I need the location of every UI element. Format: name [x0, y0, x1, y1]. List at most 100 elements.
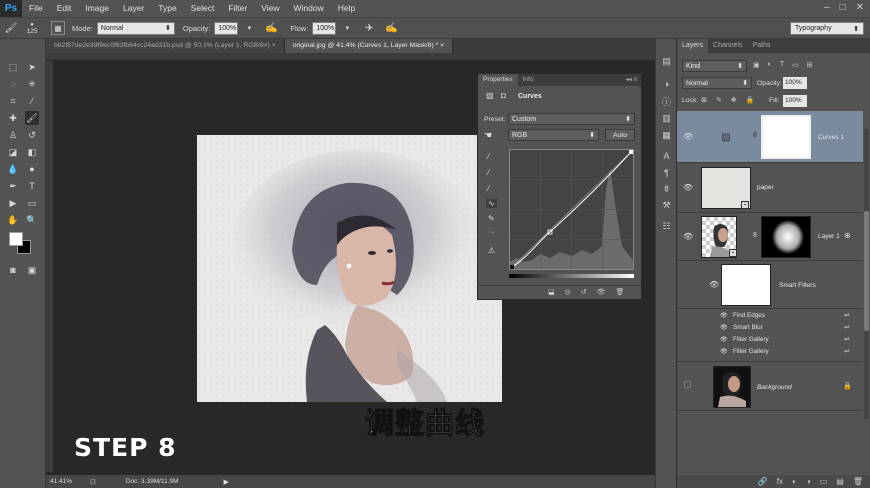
history-brush-tool-icon[interactable]: ↺ — [25, 128, 39, 142]
visibility-eye-icon[interactable]: 👁 — [683, 232, 693, 241]
menu-help[interactable]: Help — [331, 0, 362, 17]
target-adjust-icon[interactable]: ☚ — [484, 130, 492, 141]
menu-window[interactable]: Window — [286, 0, 330, 17]
airbrush-icon[interactable]: ✈ — [361, 20, 377, 36]
layer-name[interactable]: paper — [757, 184, 774, 191]
path-selection-tool-icon[interactable]: ▶ — [6, 196, 20, 210]
filter-find-edges[interactable]: 👁 Find Edges ⇌ — [677, 310, 863, 322]
layer-mask-thumbnail[interactable] — [761, 115, 811, 159]
status-menu-icon[interactable]: ▶ — [224, 478, 229, 486]
layer-paper[interactable]: 👁 ▪ paper — [677, 163, 863, 213]
workspace-switcher[interactable]: Typography ⬍ — [790, 22, 864, 35]
zoom-level[interactable]: 41.41% — [50, 478, 80, 485]
filter-gallery-1[interactable]: 👁 Filter Gallery ⇌ — [677, 334, 863, 346]
tab-channels[interactable]: Channels — [708, 39, 748, 53]
close-button[interactable]: ✕ — [856, 2, 864, 13]
visibility-eye-icon[interactable]: 👁 — [720, 312, 728, 319]
eraser-tool-icon[interactable]: ◪ — [6, 145, 20, 159]
layer-curves-1[interactable]: 👁 ▨ 8 Curves 1 — [677, 111, 863, 163]
panel-menu-icon[interactable]: ◂◂ ≡ — [626, 74, 641, 86]
lock-all-icon[interactable]: 🔒 — [746, 96, 755, 104]
eyedropper-tool-icon[interactable]: ⁄ — [25, 94, 39, 108]
type-filter-icon[interactable]: T — [780, 61, 784, 69]
link-icon[interactable]: 8 — [753, 232, 757, 239]
brush-tool-icon[interactable]: 🖌 — [3, 20, 19, 36]
visibility-eye-icon[interactable]: 👁 — [709, 280, 719, 289]
layer-name[interactable]: Layer 1 — [818, 233, 840, 240]
add-mask-icon[interactable]: ◐ — [792, 477, 797, 486]
filter-name[interactable]: Find Edges — [733, 312, 765, 319]
visibility-eye-icon[interactable]: 👁 — [720, 324, 728, 331]
filter-name[interactable]: Smart Blur — [733, 324, 763, 331]
dodge-tool-icon[interactable]: ● — [25, 162, 39, 176]
blending-options-icon[interactable]: ⇌ — [844, 335, 850, 343]
character-icon[interactable]: A — [659, 149, 674, 162]
pencil-draw-icon[interactable]: ✎ — [488, 214, 495, 223]
filter-name[interactable]: Filter Gallery — [733, 348, 769, 355]
screen-mode-icon[interactable]: ▣ — [25, 263, 39, 277]
tab-layers[interactable]: Layers — [677, 39, 709, 53]
tab-properties[interactable]: Properties — [478, 74, 518, 86]
delete-icon[interactable]: 🗑 — [616, 288, 625, 296]
layer-opacity-input[interactable]: 100% — [783, 77, 807, 89]
filter-name[interactable]: Filter Gallery — [733, 336, 769, 343]
auto-button[interactable]: Auto — [605, 129, 635, 141]
view-previous-icon[interactable]: ◎ — [565, 288, 571, 296]
layer-mask-thumbnail[interactable] — [761, 216, 811, 258]
menu-type[interactable]: Type — [151, 0, 183, 17]
tab-info[interactable]: Info — [518, 74, 539, 86]
menu-edit[interactable]: Edit — [50, 0, 79, 17]
layer-background[interactable]: Background 🔒 — [677, 361, 863, 411]
blending-options-icon[interactable]: ⇌ — [844, 323, 850, 331]
blending-options-icon[interactable]: ⇌ — [844, 311, 850, 319]
adjustment-filter-icon[interactable]: ◐ — [768, 61, 772, 69]
crop-tool-icon[interactable]: ⌗ — [6, 94, 20, 108]
mask-icon[interactable]: ◘ — [501, 91, 506, 100]
smart-filters-row[interactable]: 👁 Smart Filters — [677, 261, 863, 309]
zoom-tool-icon[interactable]: 🔍 — [25, 213, 39, 227]
new-layer-icon[interactable]: ▤ — [836, 477, 844, 486]
mode-select[interactable]: Normal ⬍ — [96, 21, 175, 35]
link-layers-icon[interactable]: 🔗 — [758, 477, 768, 486]
brush-preset-picker[interactable]: ● 125 — [22, 19, 42, 37]
menu-view[interactable]: View — [254, 0, 286, 17]
new-adjustment-layer-icon[interactable]: ◑ — [806, 477, 811, 486]
healing-brush-tool-icon[interactable]: ✚ — [6, 111, 20, 125]
layer-filter-select[interactable]: Kind ⬍ — [682, 60, 747, 72]
reset-icon[interactable]: ↺ — [581, 288, 587, 296]
menu-file[interactable]: File — [22, 0, 50, 17]
curve-edit-icon[interactable]: ∿ — [486, 199, 497, 208]
brush-presets-icon[interactable]: ⚱ — [659, 183, 674, 196]
lock-transparent-icon[interactable]: ⊠ — [701, 96, 707, 104]
smooth-icon[interactable]: ⤳ — [488, 228, 494, 238]
history-icon[interactable]: ▤ — [659, 55, 674, 68]
lasso-tool-icon[interactable]: ◌ — [6, 77, 20, 91]
visibility-toggle-off[interactable] — [684, 381, 691, 388]
adjustments-icon[interactable]: ◑ — [659, 77, 674, 90]
menu-layer[interactable]: Layer — [116, 0, 151, 17]
styles-icon[interactable]: ☷ — [659, 220, 674, 233]
quick-mask-icon[interactable]: ◙ — [6, 263, 20, 277]
flow-dropdown-icon[interactable]: ▾ — [339, 20, 355, 36]
gradient-tool-icon[interactable]: ◧ — [25, 145, 39, 159]
preset-select[interactable]: Custom ⬍ — [508, 113, 635, 125]
visibility-eye-icon[interactable]: 👁 — [683, 183, 693, 192]
layer-name[interactable]: Curves 1 — [818, 134, 844, 141]
clip-to-layer-icon[interactable]: ⬓ — [548, 288, 555, 296]
move-tool-icon[interactable]: ➤ — [25, 60, 39, 74]
color-icon[interactable]: ▥ — [659, 112, 674, 125]
eyedropper-gray-icon[interactable]: ⁄ — [488, 168, 489, 177]
add-layer-style-icon[interactable]: fx — [777, 477, 783, 486]
magic-wand-tool-icon[interactable]: ✳ — [25, 77, 39, 91]
tab-original-jpg[interactable]: original.jpg @ 41.4% (Curves 1, Layer Ma… — [284, 39, 454, 53]
eyedropper-black-icon[interactable]: ⁄ — [488, 152, 489, 161]
rectangle-tool-icon[interactable]: ▭ — [25, 196, 39, 210]
brush-panel-icon[interactable]: ▦ — [51, 21, 65, 35]
lock-position-icon[interactable]: ✥ — [731, 96, 737, 104]
menu-filter[interactable]: Filter — [221, 0, 254, 17]
blending-options-icon[interactable]: ⇌ — [844, 347, 850, 355]
clipping-warning-icon[interactable]: ⚠ — [488, 246, 495, 255]
opacity-dropdown-icon[interactable]: ▾ — [241, 20, 257, 36]
visibility-eye-icon[interactable]: 👁 — [720, 336, 728, 343]
clone-stamp-tool-icon[interactable]: ♙ — [6, 128, 20, 142]
